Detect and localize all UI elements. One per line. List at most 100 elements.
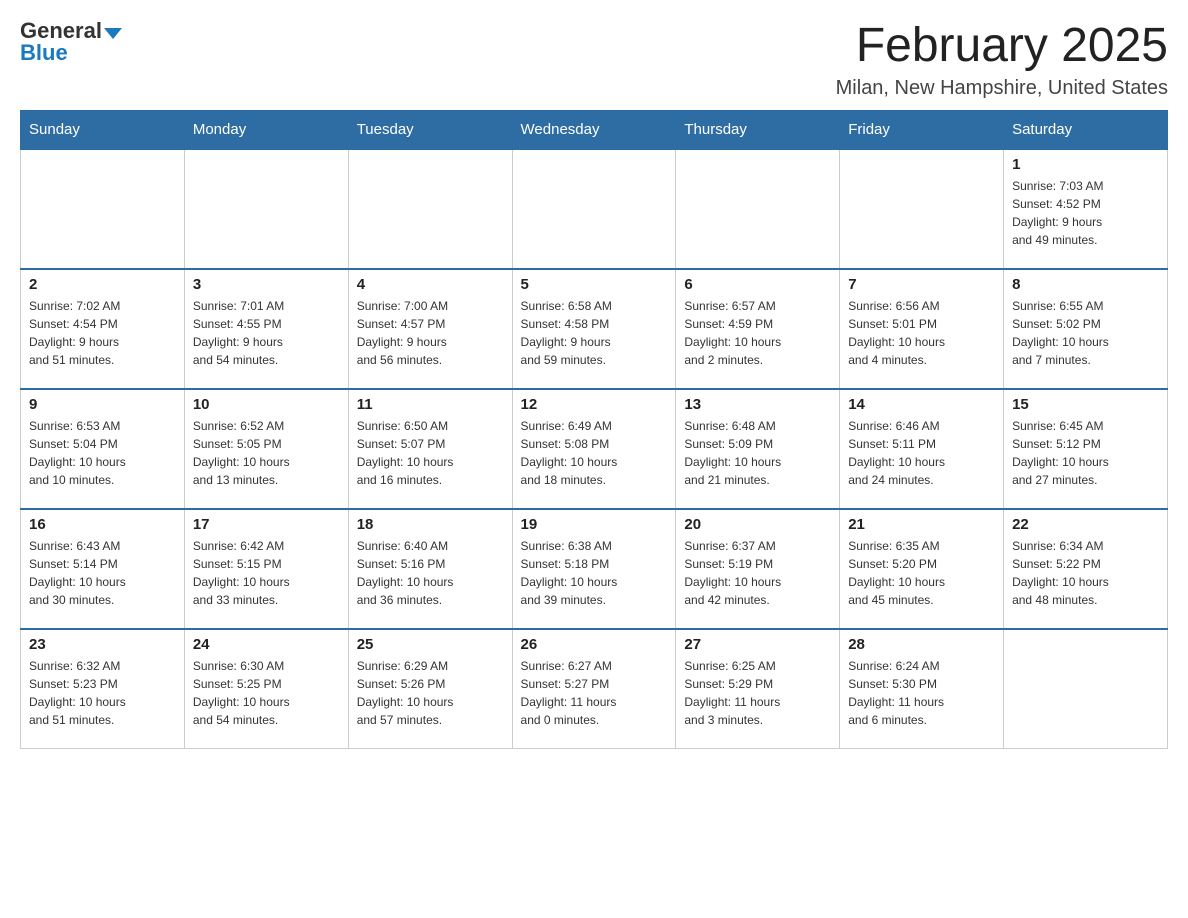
page-header: General Blue February 2025 Milan, New Ha… xyxy=(20,20,1168,100)
day-info: Sunrise: 6:52 AM Sunset: 5:05 PM Dayligh… xyxy=(193,417,340,489)
calendar-cell: 16 Sunrise: 6:43 AM Sunset: 5:14 PM Dayli… xyxy=(21,509,185,629)
day-info: Sunrise: 6:53 AM Sunset: 5:04 PM Dayligh… xyxy=(29,417,176,489)
day-info: Sunrise: 6:43 AM Sunset: 5:14 PM Dayligh… xyxy=(29,537,176,609)
day-info: Sunrise: 6:27 AM Sunset: 5:27 PM Dayligh… xyxy=(521,657,668,729)
day-info: Sunrise: 6:32 AM Sunset: 5:23 PM Dayligh… xyxy=(29,657,176,729)
day-number: 5 xyxy=(521,276,668,293)
day-number: 4 xyxy=(357,276,504,293)
day-number: 13 xyxy=(684,396,831,413)
calendar-cell: 27 Sunrise: 6:25 AM Sunset: 5:29 PM Dayli… xyxy=(676,629,840,749)
weekday-header-saturday: Saturday xyxy=(1004,110,1168,149)
day-number: 15 xyxy=(1012,396,1159,413)
day-info: Sunrise: 6:24 AM Sunset: 5:30 PM Dayligh… xyxy=(848,657,995,729)
calendar-week-row: 2 Sunrise: 7:02 AM Sunset: 4:54 PM Daylig… xyxy=(21,269,1168,389)
calendar-cell: 19 Sunrise: 6:38 AM Sunset: 5:18 PM Dayli… xyxy=(512,509,676,629)
calendar-week-row: 23 Sunrise: 6:32 AM Sunset: 5:23 PM Dayli… xyxy=(21,629,1168,749)
day-info: Sunrise: 6:34 AM Sunset: 5:22 PM Dayligh… xyxy=(1012,537,1159,609)
calendar-cell xyxy=(676,149,840,269)
day-number: 28 xyxy=(848,636,995,653)
calendar-cell: 25 Sunrise: 6:29 AM Sunset: 5:26 PM Dayli… xyxy=(348,629,512,749)
day-info: Sunrise: 6:35 AM Sunset: 5:20 PM Dayligh… xyxy=(848,537,995,609)
day-number: 14 xyxy=(848,396,995,413)
location-text: Milan, New Hampshire, United States xyxy=(836,77,1168,100)
calendar-cell xyxy=(840,149,1004,269)
calendar-cell: 15 Sunrise: 6:45 AM Sunset: 5:12 PM Dayli… xyxy=(1004,389,1168,509)
day-info: Sunrise: 6:56 AM Sunset: 5:01 PM Dayligh… xyxy=(848,297,995,369)
calendar-cell xyxy=(512,149,676,269)
day-info: Sunrise: 7:03 AM Sunset: 4:52 PM Dayligh… xyxy=(1012,177,1159,249)
logo: General Blue xyxy=(20,20,122,64)
logo-arrow-icon xyxy=(104,28,122,39)
day-number: 12 xyxy=(521,396,668,413)
weekday-header-thursday: Thursday xyxy=(676,110,840,149)
day-number: 3 xyxy=(193,276,340,293)
calendar-cell xyxy=(21,149,185,269)
day-number: 20 xyxy=(684,516,831,533)
day-number: 27 xyxy=(684,636,831,653)
day-info: Sunrise: 6:45 AM Sunset: 5:12 PM Dayligh… xyxy=(1012,417,1159,489)
calendar-cell: 26 Sunrise: 6:27 AM Sunset: 5:27 PM Dayli… xyxy=(512,629,676,749)
calendar-cell: 24 Sunrise: 6:30 AM Sunset: 5:25 PM Dayli… xyxy=(184,629,348,749)
day-info: Sunrise: 6:49 AM Sunset: 5:08 PM Dayligh… xyxy=(521,417,668,489)
day-info: Sunrise: 6:40 AM Sunset: 5:16 PM Dayligh… xyxy=(357,537,504,609)
calendar-cell: 9Sunrise: 6:53 AM Sunset: 5:04 PM Daylig… xyxy=(21,389,185,509)
day-info: Sunrise: 7:02 AM Sunset: 4:54 PM Dayligh… xyxy=(29,297,176,369)
logo-general-text: General xyxy=(20,20,102,42)
calendar-cell: 28 Sunrise: 6:24 AM Sunset: 5:30 PM Dayli… xyxy=(840,629,1004,749)
calendar-cell: 14 Sunrise: 6:46 AM Sunset: 5:11 PM Dayli… xyxy=(840,389,1004,509)
day-number: 26 xyxy=(521,636,668,653)
day-number: 24 xyxy=(193,636,340,653)
day-number: 23 xyxy=(29,636,176,653)
day-info: Sunrise: 6:38 AM Sunset: 5:18 PM Dayligh… xyxy=(521,537,668,609)
day-info: Sunrise: 6:58 AM Sunset: 4:58 PM Dayligh… xyxy=(521,297,668,369)
day-info: Sunrise: 6:30 AM Sunset: 5:25 PM Dayligh… xyxy=(193,657,340,729)
day-info: Sunrise: 6:25 AM Sunset: 5:29 PM Dayligh… xyxy=(684,657,831,729)
calendar-cell: 23 Sunrise: 6:32 AM Sunset: 5:23 PM Dayli… xyxy=(21,629,185,749)
day-number: 6 xyxy=(684,276,831,293)
day-number: 1 xyxy=(1012,156,1159,173)
calendar-cell: 5 Sunrise: 6:58 AM Sunset: 4:58 PM Daylig… xyxy=(512,269,676,389)
day-number: 18 xyxy=(357,516,504,533)
day-number: 2 xyxy=(29,276,176,293)
day-info: Sunrise: 7:01 AM Sunset: 4:55 PM Dayligh… xyxy=(193,297,340,369)
day-info: Sunrise: 6:42 AM Sunset: 5:15 PM Dayligh… xyxy=(193,537,340,609)
calendar-cell: 3 Sunrise: 7:01 AM Sunset: 4:55 PM Daylig… xyxy=(184,269,348,389)
day-info: Sunrise: 6:37 AM Sunset: 5:19 PM Dayligh… xyxy=(684,537,831,609)
calendar-cell: 13Sunrise: 6:48 AM Sunset: 5:09 PM Dayli… xyxy=(676,389,840,509)
calendar-table: SundayMondayTuesdayWednesdayThursdayFrid… xyxy=(20,110,1168,750)
calendar-cell: 2 Sunrise: 7:02 AM Sunset: 4:54 PM Daylig… xyxy=(21,269,185,389)
day-number: 16 xyxy=(29,516,176,533)
day-info: Sunrise: 6:55 AM Sunset: 5:02 PM Dayligh… xyxy=(1012,297,1159,369)
logo-blue-text: Blue xyxy=(20,42,122,64)
day-info: Sunrise: 6:29 AM Sunset: 5:26 PM Dayligh… xyxy=(357,657,504,729)
calendar-cell xyxy=(184,149,348,269)
calendar-cell: 12 Sunrise: 6:49 AM Sunset: 5:08 PM Dayli… xyxy=(512,389,676,509)
calendar-cell: 10Sunrise: 6:52 AM Sunset: 5:05 PM Dayli… xyxy=(184,389,348,509)
calendar-week-row: 9Sunrise: 6:53 AM Sunset: 5:04 PM Daylig… xyxy=(21,389,1168,509)
title-block: February 2025 Milan, New Hampshire, Unit… xyxy=(836,20,1168,100)
calendar-cell: 7 Sunrise: 6:56 AM Sunset: 5:01 PM Daylig… xyxy=(840,269,1004,389)
day-number: 7 xyxy=(848,276,995,293)
calendar-cell: 8 Sunrise: 6:55 AM Sunset: 5:02 PM Daylig… xyxy=(1004,269,1168,389)
calendar-week-row: 16 Sunrise: 6:43 AM Sunset: 5:14 PM Dayli… xyxy=(21,509,1168,629)
weekday-header-row: SundayMondayTuesdayWednesdayThursdayFrid… xyxy=(21,110,1168,149)
day-number: 8 xyxy=(1012,276,1159,293)
day-info: Sunrise: 6:50 AM Sunset: 5:07 PM Dayligh… xyxy=(357,417,504,489)
day-number: 11 xyxy=(357,396,504,413)
day-number: 21 xyxy=(848,516,995,533)
day-info: Sunrise: 6:57 AM Sunset: 4:59 PM Dayligh… xyxy=(684,297,831,369)
calendar-cell: 4 Sunrise: 7:00 AM Sunset: 4:57 PM Daylig… xyxy=(348,269,512,389)
calendar-cell: 17Sunrise: 6:42 AM Sunset: 5:15 PM Dayli… xyxy=(184,509,348,629)
calendar-cell: 1 Sunrise: 7:03 AM Sunset: 4:52 PM Daylig… xyxy=(1004,149,1168,269)
calendar-cell xyxy=(1004,629,1168,749)
calendar-cell: 6 Sunrise: 6:57 AM Sunset: 4:59 PM Daylig… xyxy=(676,269,840,389)
day-number: 22 xyxy=(1012,516,1159,533)
weekday-header-friday: Friday xyxy=(840,110,1004,149)
day-info: Sunrise: 7:00 AM Sunset: 4:57 PM Dayligh… xyxy=(357,297,504,369)
calendar-cell: 18 Sunrise: 6:40 AM Sunset: 5:16 PM Dayli… xyxy=(348,509,512,629)
calendar-cell: 20 Sunrise: 6:37 AM Sunset: 5:19 PM Dayli… xyxy=(676,509,840,629)
calendar-cell: 21 Sunrise: 6:35 AM Sunset: 5:20 PM Dayli… xyxy=(840,509,1004,629)
day-number: 19 xyxy=(521,516,668,533)
day-number: 25 xyxy=(357,636,504,653)
day-info: Sunrise: 6:46 AM Sunset: 5:11 PM Dayligh… xyxy=(848,417,995,489)
